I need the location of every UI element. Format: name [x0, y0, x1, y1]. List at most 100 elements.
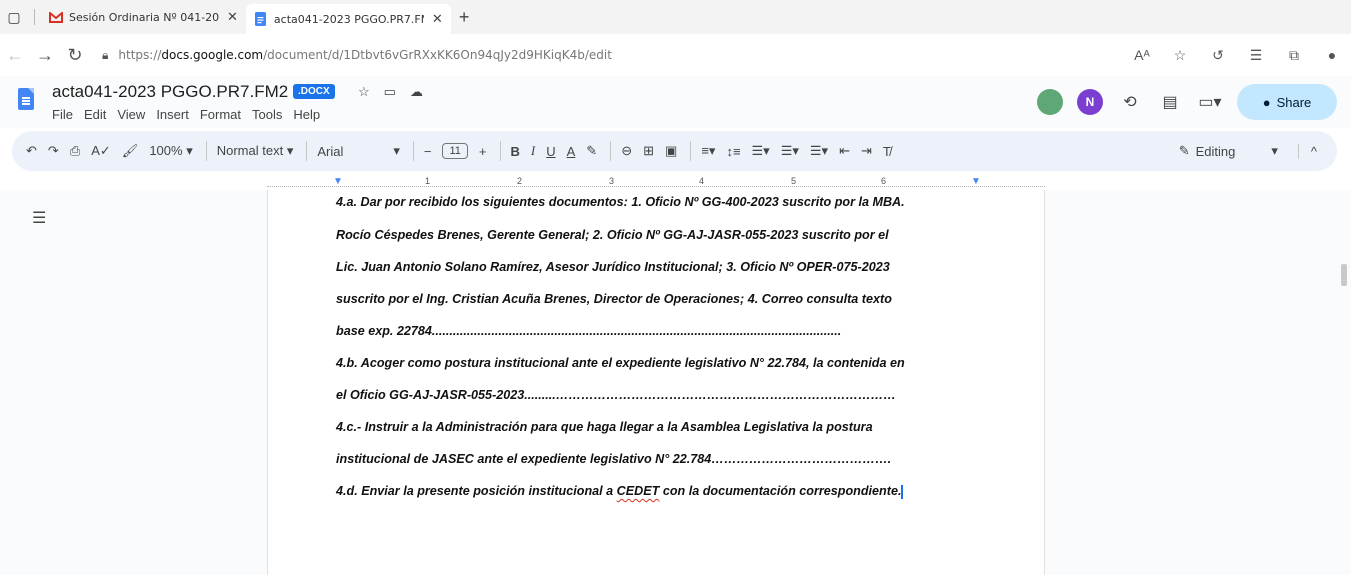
document-canvas: ☰ 4.a. Dar por recibido los siguientes d…	[0, 190, 1351, 575]
menu-edit[interactable]: Edit	[84, 107, 106, 122]
scrollbar-thumb[interactable]	[1341, 264, 1347, 286]
docs-logo-icon[interactable]	[18, 88, 34, 110]
divider	[610, 141, 612, 161]
star-icon[interactable]: ☆	[358, 84, 370, 100]
url-path: /document/d/1Dtbvt6vGrRXxKK6On94qJy2d9HK…	[263, 48, 612, 62]
menu-format[interactable]: Format	[200, 107, 241, 122]
paint-format-icon[interactable]: 🖌︎	[122, 143, 139, 159]
body-line: 4.d. Enviar la presente posición institu…	[336, 484, 978, 499]
chevron-down-icon[interactable]: ▾	[393, 143, 400, 159]
menu-view[interactable]: View	[117, 107, 145, 122]
close-tab-icon[interactable]: ✕	[227, 10, 238, 25]
right-indent-marker[interactable]: ▼	[971, 176, 981, 187]
menu-file[interactable]: File	[52, 107, 73, 122]
move-folder-icon[interactable]: ▭	[384, 84, 396, 100]
tab-title: acta041-2023 PGGO.PR7.FM2.dc	[273, 12, 424, 26]
body-line: 4.b. Acoger como postura institucional a…	[336, 356, 905, 370]
highlight-icon[interactable]: ✎	[586, 143, 597, 159]
user-avatar[interactable]: N	[1077, 89, 1103, 115]
share-label: Share	[1276, 94, 1312, 110]
reload-icon[interactable]: ↻	[60, 45, 90, 66]
font-size-input[interactable]: 11	[442, 143, 468, 159]
window-menu-icon[interactable]: ▢	[0, 9, 28, 26]
undo-icon[interactable]: ↶	[26, 143, 37, 159]
comment-icon[interactable]: ⊞	[643, 143, 654, 159]
divider	[306, 141, 308, 161]
document-page[interactable]: 4.a. Dar por recibido los siguientes doc…	[267, 190, 1045, 575]
spelling-error[interactable]: CEDET	[617, 484, 660, 498]
menu-help[interactable]: Help	[293, 107, 320, 122]
clear-formatting-icon[interactable]: T̸	[883, 144, 891, 159]
horizontal-ruler[interactable]: ▼ 1 2 3 4 5 6 ▼	[267, 176, 1045, 190]
bulleted-list-icon[interactable]: ☰▾	[781, 143, 799, 159]
numbered-list-icon[interactable]: ☰▾	[810, 143, 828, 159]
left-indent-marker[interactable]: ▼	[333, 176, 343, 187]
url-field[interactable]: 🔒︎ https://docs.google.com/document/d/1D…	[102, 48, 612, 63]
text-color-icon[interactable]: A	[567, 144, 576, 159]
tab-docs[interactable]: acta041-2023 PGGO.PR7.FM2.dc ✕	[245, 4, 451, 34]
image-icon[interactable]: ▣	[665, 143, 677, 159]
favorites-list-icon[interactable]: ☰	[1237, 47, 1275, 64]
favorite-icon[interactable]: ☆	[1161, 47, 1199, 64]
italic-icon[interactable]: I	[531, 143, 535, 159]
font-value: Arial	[317, 143, 344, 159]
menu-insert[interactable]: Insert	[156, 107, 189, 122]
lock-icon: ●	[1262, 94, 1271, 110]
collapse-toolbar-icon[interactable]: ^	[1297, 143, 1317, 159]
editing-mode-select[interactable]: ✎ Editing ▾ ^	[1179, 143, 1317, 159]
address-bar-row: ← → ↻ 🔒︎ https://docs.google.com/documen…	[0, 34, 1351, 76]
ruler-number: 6	[881, 176, 887, 186]
font-select[interactable]: Arial	[317, 144, 343, 159]
body-line: suscrito por el Ing. Cristian Acuña Bren…	[336, 292, 892, 306]
browser-tab-strip: ▢ Sesión Ordinaria Nº 041-2023 - ✕ acta0…	[0, 0, 1351, 34]
zoom-select[interactable]: 100% ▾	[149, 143, 192, 159]
pencil-icon: ✎	[1178, 143, 1190, 158]
forward-icon[interactable]: →	[30, 45, 60, 66]
history-icon[interactable]: ⟲	[1117, 92, 1143, 112]
browser-actions: Aᴬ ☆ ↺ ☰ ⧉ ●	[1123, 34, 1351, 76]
outline-icon[interactable]: ☰	[32, 208, 46, 228]
chevron-down-icon: ▾	[1271, 143, 1278, 158]
align-icon[interactable]: ≡▾	[701, 143, 715, 159]
ruler-number: 3	[609, 176, 615, 186]
back-icon[interactable]: ←	[0, 45, 30, 66]
collaborator-avatar[interactable]	[1037, 89, 1063, 115]
menu-tools[interactable]: Tools	[252, 107, 282, 122]
read-aloud-icon[interactable]: Aᴬ	[1123, 47, 1161, 63]
link-icon[interactable]: ⊖	[621, 143, 632, 159]
gmail-icon	[49, 10, 63, 24]
print-icon[interactable]: ⎙	[70, 143, 80, 159]
chevron-down-icon: ▾	[186, 143, 193, 158]
tab-gmail[interactable]: Sesión Ordinaria Nº 041-2023 - ✕	[41, 4, 246, 30]
spelling-error[interactable]: JASR	[433, 388, 467, 402]
bold-icon[interactable]: B	[511, 144, 520, 159]
spellcheck-icon[interactable]: A✓	[91, 143, 111, 159]
decrease-indent-icon[interactable]: ⇤	[839, 143, 850, 159]
formatting-toolbar: ↶ ↷ ⎙ A✓ 🖌︎ 100% ▾ Normal text ▾ Arial ▾…	[12, 131, 1337, 171]
editing-label: Editing	[1195, 143, 1236, 159]
increase-indent-icon[interactable]: ⇥	[861, 143, 872, 159]
text-run: 4.d. Enviar la presente posición institu…	[336, 484, 617, 498]
underline-icon[interactable]: U	[546, 144, 555, 159]
line-spacing-icon[interactable]: ↕≡	[726, 144, 740, 159]
cloud-status-icon[interactable]: ☁	[410, 84, 423, 100]
body-line: institucional de JASEC ante el expedient…	[336, 452, 892, 466]
divider	[205, 141, 207, 161]
close-tab-icon[interactable]: ✕	[432, 12, 443, 27]
style-value: Normal text	[216, 143, 284, 158]
increase-size-icon[interactable]: +	[479, 144, 487, 159]
redo-icon[interactable]: ↷	[48, 143, 59, 159]
decrease-size-icon[interactable]: −	[424, 144, 432, 159]
refresh-extension-icon[interactable]: ↺	[1199, 47, 1237, 64]
meet-icon[interactable]: ▭▾	[1197, 92, 1223, 112]
checklist-icon[interactable]: ☰▾	[752, 143, 770, 159]
collections-icon[interactable]: ⧉	[1275, 47, 1313, 64]
menu-bar: File Edit View Insert Format Tools Help	[52, 107, 320, 122]
document-title[interactable]: acta041-2023 PGGO.PR7.FM2	[52, 82, 288, 102]
new-tab-icon[interactable]: +	[459, 7, 470, 28]
style-select[interactable]: Normal text ▾	[217, 143, 294, 159]
profile-icon[interactable]: ●	[1313, 47, 1351, 63]
share-button[interactable]: ● Share	[1237, 84, 1337, 120]
chevron-down-icon: ▾	[286, 143, 294, 158]
comments-icon[interactable]: ▤	[1157, 92, 1183, 112]
